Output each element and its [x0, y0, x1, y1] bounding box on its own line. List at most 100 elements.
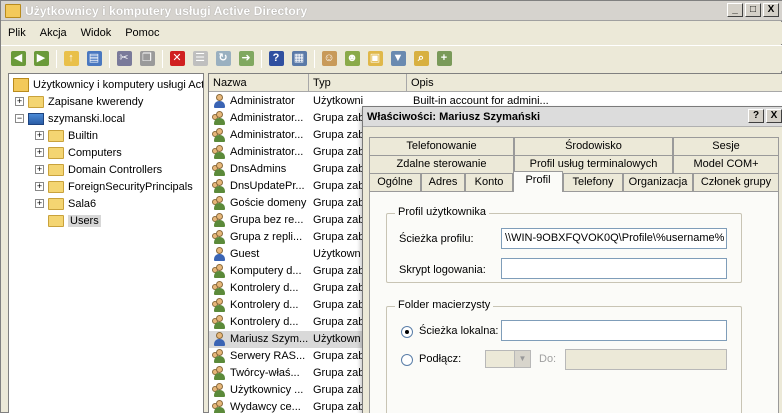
menu-widok[interactable]: Widok: [74, 27, 119, 39]
tree-item-sala6[interactable]: + Sala6: [35, 195, 96, 212]
tab-profil[interactable]: Profil: [513, 171, 563, 192]
dialog-title-bar: Właściwości: Mariusz Szymański ? X: [363, 107, 782, 127]
properties-button[interactable]: ☰: [189, 48, 211, 70]
list-item-name: Użytkownicy ...: [230, 384, 304, 396]
list-item-type: Użytkownik: [313, 95, 363, 107]
delete-button[interactable]: ✕: [166, 48, 188, 70]
help-button[interactable]: ?: [265, 48, 287, 70]
folder-icon: [48, 197, 64, 210]
tab-telefonowanie[interactable]: Telefonowanie: [369, 137, 514, 155]
list-item-name: Administrator...: [230, 146, 304, 158]
user-profile-group: Profil użytkownika Ścieżka profilu: \\WI…: [386, 206, 742, 283]
tab-telefony[interactable]: Telefony: [563, 173, 623, 191]
tree-pane[interactable]: Użytkownicy i komputery usługi Act + Zap…: [8, 73, 204, 413]
cut-button[interactable]: ✂: [113, 48, 135, 70]
column-header-type[interactable]: Typ: [309, 74, 407, 92]
column-header-name[interactable]: Nazwa: [209, 74, 309, 92]
tree-item-builtin[interactable]: + Builtin: [35, 127, 98, 144]
tree-item-users[interactable]: Users: [48, 212, 101, 229]
tree-item-computers[interactable]: + Computers: [35, 144, 122, 161]
expand-icon[interactable]: +: [15, 97, 24, 106]
list-item-type: Grupa zab: [313, 146, 363, 158]
local-path-radio[interactable]: [401, 326, 413, 338]
delete-icon: ✕: [169, 51, 185, 66]
list-item-type: Grupa zab: [313, 299, 363, 311]
tree-item-domain[interactable]: − szymanski.local: [15, 110, 125, 127]
tab-zdalne-sterowanie[interactable]: Zdalne sterowanie: [369, 155, 514, 173]
connect-radio[interactable]: [401, 354, 413, 366]
tab-model-com[interactable]: Model COM+: [673, 155, 779, 173]
list-item-type: Grupa zab: [313, 401, 363, 413]
tree-label-sala6: Sala6: [68, 197, 97, 210]
expand-icon[interactable]: +: [35, 131, 44, 140]
new-group-button[interactable]: ☻: [341, 48, 363, 70]
dialog-help-button[interactable]: ?: [748, 109, 764, 123]
tab-ogolne[interactable]: Ogólne: [369, 173, 421, 191]
tab-czlonek-grupy[interactable]: Członek grupy: [693, 173, 779, 191]
export-list-icon: ➜: [238, 51, 254, 66]
list-item-type: Grupa zab: [313, 282, 363, 294]
tab-organizacja[interactable]: Organizacja: [623, 173, 693, 191]
toolbar: ◀ ▶ ↑ ▤ ✂ ❐ ✕ ☰ ↻ ➜ ? ▦ ☺ ☻ ▣ ▼ ⌕ +: [1, 45, 782, 71]
copy-button[interactable]: ❐: [136, 48, 158, 70]
expand-icon[interactable]: +: [35, 165, 44, 174]
dialog-close-button[interactable]: X: [766, 109, 782, 123]
new-user-button[interactable]: ☺: [318, 48, 340, 70]
local-path-input[interactable]: [501, 320, 727, 341]
tab-adres[interactable]: Adres: [421, 173, 465, 191]
group-icon: [212, 400, 227, 413]
list-item-type: Grupa zab: [313, 129, 363, 141]
maximize-button[interactable]: □: [745, 3, 761, 17]
minimize-button[interactable]: _: [727, 3, 743, 17]
profile-tab-panel: Profil użytkownika Ścieżka profilu: \\WI…: [369, 191, 779, 413]
menu-akcja[interactable]: Akcja: [33, 27, 74, 39]
tab-srodowisko[interactable]: Środowisko: [514, 137, 673, 155]
show-hide-tree-button[interactable]: ▤: [83, 48, 105, 70]
back-button[interactable]: ◀: [7, 48, 29, 70]
menu-plik[interactable]: Plik: [1, 27, 33, 39]
filter-button[interactable]: ▼: [387, 48, 409, 70]
find-button[interactable]: ⌕: [410, 48, 432, 70]
list-item-type: Użytkown: [313, 333, 361, 345]
aduc-root-icon: [13, 77, 29, 92]
tree-item-root[interactable]: Użytkownicy i komputery usługi Act: [13, 76, 203, 93]
tab-konto[interactable]: Konto: [465, 173, 513, 191]
drive-letter-combo[interactable]: ▼: [485, 350, 531, 368]
properties-dialog: Właściwości: Mariusz Szymański ? X Telef…: [362, 106, 782, 413]
refresh-button[interactable]: ↻: [212, 48, 234, 70]
tree-item-saved-queries[interactable]: + Zapisane kwerendy: [15, 93, 143, 110]
forward-button[interactable]: ▶: [30, 48, 52, 70]
tree-label-saved-queries: Zapisane kwerendy: [48, 95, 144, 108]
tree-label-domain: szymanski.local: [48, 112, 126, 125]
group-icon: [212, 383, 227, 398]
main-window: Użytkownicy i komputery usługi Active Di…: [0, 0, 782, 413]
column-header-description[interactable]: Opis: [407, 74, 782, 92]
logon-script-input[interactable]: [501, 258, 727, 279]
toolbar-separator: [109, 49, 110, 68]
user-icon: [212, 94, 227, 109]
find-icon: ⌕: [413, 51, 429, 66]
tab-sesje[interactable]: Sesje: [673, 137, 779, 155]
tree-item-domain-controllers[interactable]: + Domain Controllers: [35, 161, 162, 178]
expand-icon[interactable]: +: [35, 148, 44, 157]
list-item-name: Grupa bez re...: [230, 214, 304, 226]
list-item-name: Administrator...: [230, 129, 304, 141]
to-path-input[interactable]: [565, 349, 727, 370]
console-button[interactable]: ▦: [288, 48, 310, 70]
expand-icon[interactable]: +: [35, 199, 44, 208]
filter-icon: ▼: [390, 51, 406, 66]
folder-icon: [48, 163, 64, 176]
tree-item-foreign-security-principals[interactable]: + ForeignSecurityPrincipals: [35, 178, 193, 195]
list-item-type: Grupa zab: [313, 265, 363, 277]
collapse-icon[interactable]: −: [15, 114, 24, 123]
profile-path-input[interactable]: \\WIN-9OBXFQVOK0Q\Profile\%username%: [501, 228, 727, 249]
close-button[interactable]: X: [763, 3, 779, 17]
add-to-group-button[interactable]: +: [433, 48, 455, 70]
list-item-type: Grupa zab: [313, 180, 363, 192]
list-item-name: Twórcy-właś...: [230, 367, 300, 379]
new-ou-button[interactable]: ▣: [364, 48, 386, 70]
export-list-button[interactable]: ➜: [235, 48, 257, 70]
menu-pomoc[interactable]: Pomoc: [118, 27, 166, 39]
expand-icon[interactable]: +: [35, 182, 44, 191]
up-folder-button[interactable]: ↑: [60, 48, 82, 70]
